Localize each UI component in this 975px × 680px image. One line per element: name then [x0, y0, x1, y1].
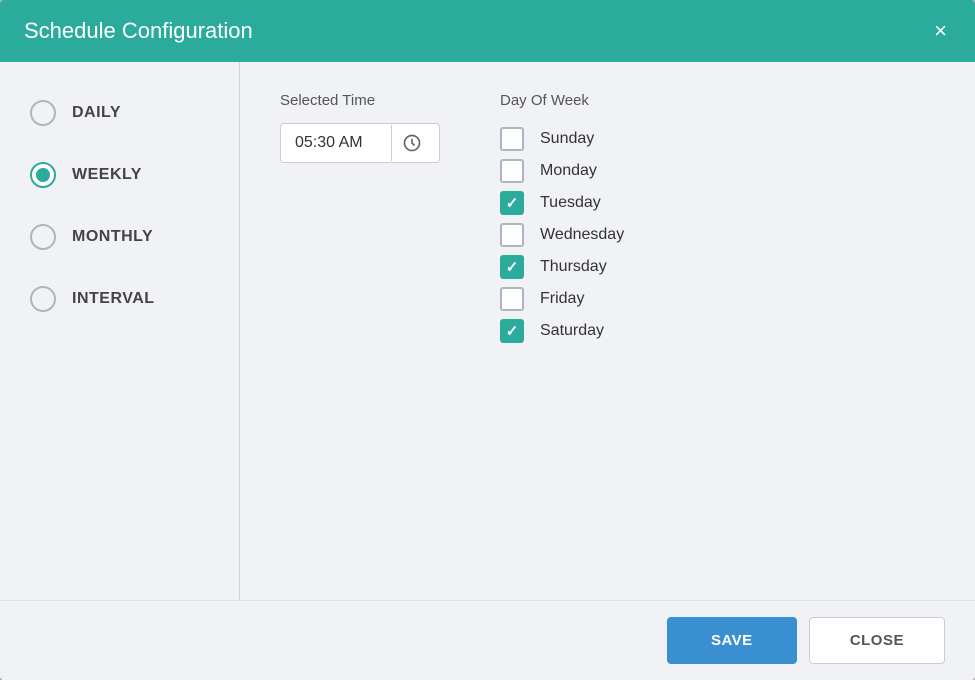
day-item-thursday[interactable]: ✓ Thursday	[500, 251, 624, 283]
days-section-title: Day Of Week	[500, 92, 624, 109]
time-input-wrapper	[280, 123, 440, 163]
time-section: Selected Time	[280, 92, 440, 570]
clock-icon-button[interactable]	[391, 125, 432, 161]
sidebar-item-daily[interactable]: DAILY	[0, 82, 239, 144]
dialog-title: Schedule Configuration	[24, 18, 253, 44]
dialog-header: Schedule Configuration ×	[0, 0, 975, 62]
day-label-wednesday: Wednesday	[540, 226, 624, 244]
day-item-monday[interactable]: Monday	[500, 155, 624, 187]
radio-label-weekly: WEEKLY	[72, 166, 142, 184]
day-item-sunday[interactable]: Sunday	[500, 123, 624, 155]
day-item-wednesday[interactable]: Wednesday	[500, 219, 624, 251]
day-label-monday: Monday	[540, 162, 597, 180]
radio-label-daily: DAILY	[72, 104, 121, 122]
checkbox-friday[interactable]	[500, 287, 524, 311]
radio-daily	[30, 100, 56, 126]
main-content: Selected Time Day Of Week Sunday Monday ✓ T…	[240, 62, 975, 600]
sidebar-item-monthly[interactable]: MONTHLY	[0, 206, 239, 268]
radio-label-monthly: MONTHLY	[72, 228, 153, 246]
sidebar: DAILY WEEKLY MONTHLY INTERVAL	[0, 62, 240, 600]
checkbox-sunday[interactable]	[500, 127, 524, 151]
checkbox-wednesday[interactable]	[500, 223, 524, 247]
radio-weekly	[30, 162, 56, 188]
checkbox-monday[interactable]	[500, 159, 524, 183]
dialog-body: DAILY WEEKLY MONTHLY INTERVAL Selected Time	[0, 62, 975, 600]
radio-interval	[30, 286, 56, 312]
checkmark-saturday: ✓	[506, 324, 519, 339]
checkbox-thursday[interactable]: ✓	[500, 255, 524, 279]
checkbox-saturday[interactable]: ✓	[500, 319, 524, 343]
day-item-tuesday[interactable]: ✓ Tuesday	[500, 187, 624, 219]
days-container: Sunday Monday ✓ Tuesday Wednesday ✓ Thursday Fr…	[500, 123, 624, 347]
checkmark-tuesday: ✓	[506, 196, 519, 211]
day-label-tuesday: Tuesday	[540, 194, 601, 212]
schedule-configuration-dialog: Schedule Configuration × DAILY WEEKLY MONT…	[0, 0, 975, 680]
time-section-label: Selected Time	[280, 92, 440, 109]
days-section: Day Of Week Sunday Monday ✓ Tuesday Wednesda…	[500, 92, 624, 570]
sidebar-item-interval[interactable]: INTERVAL	[0, 268, 239, 330]
radio-inner-weekly	[36, 168, 50, 182]
day-item-friday[interactable]: Friday	[500, 283, 624, 315]
save-button[interactable]: SAVE	[667, 617, 797, 664]
time-input[interactable]	[281, 124, 391, 162]
close-x-button[interactable]: ×	[930, 20, 951, 42]
day-label-sunday: Sunday	[540, 130, 594, 148]
day-label-thursday: Thursday	[540, 258, 607, 276]
checkmark-thursday: ✓	[506, 260, 519, 275]
checkbox-tuesday[interactable]: ✓	[500, 191, 524, 215]
dialog-footer: SAVE CLOSE	[0, 600, 975, 680]
day-label-friday: Friday	[540, 290, 584, 308]
radio-monthly	[30, 224, 56, 250]
day-label-saturday: Saturday	[540, 322, 604, 340]
close-button[interactable]: CLOSE	[809, 617, 945, 664]
day-item-saturday[interactable]: ✓ Saturday	[500, 315, 624, 347]
sidebar-item-weekly[interactable]: WEEKLY	[0, 144, 239, 206]
clock-icon	[402, 133, 422, 153]
radio-label-interval: INTERVAL	[72, 290, 155, 308]
